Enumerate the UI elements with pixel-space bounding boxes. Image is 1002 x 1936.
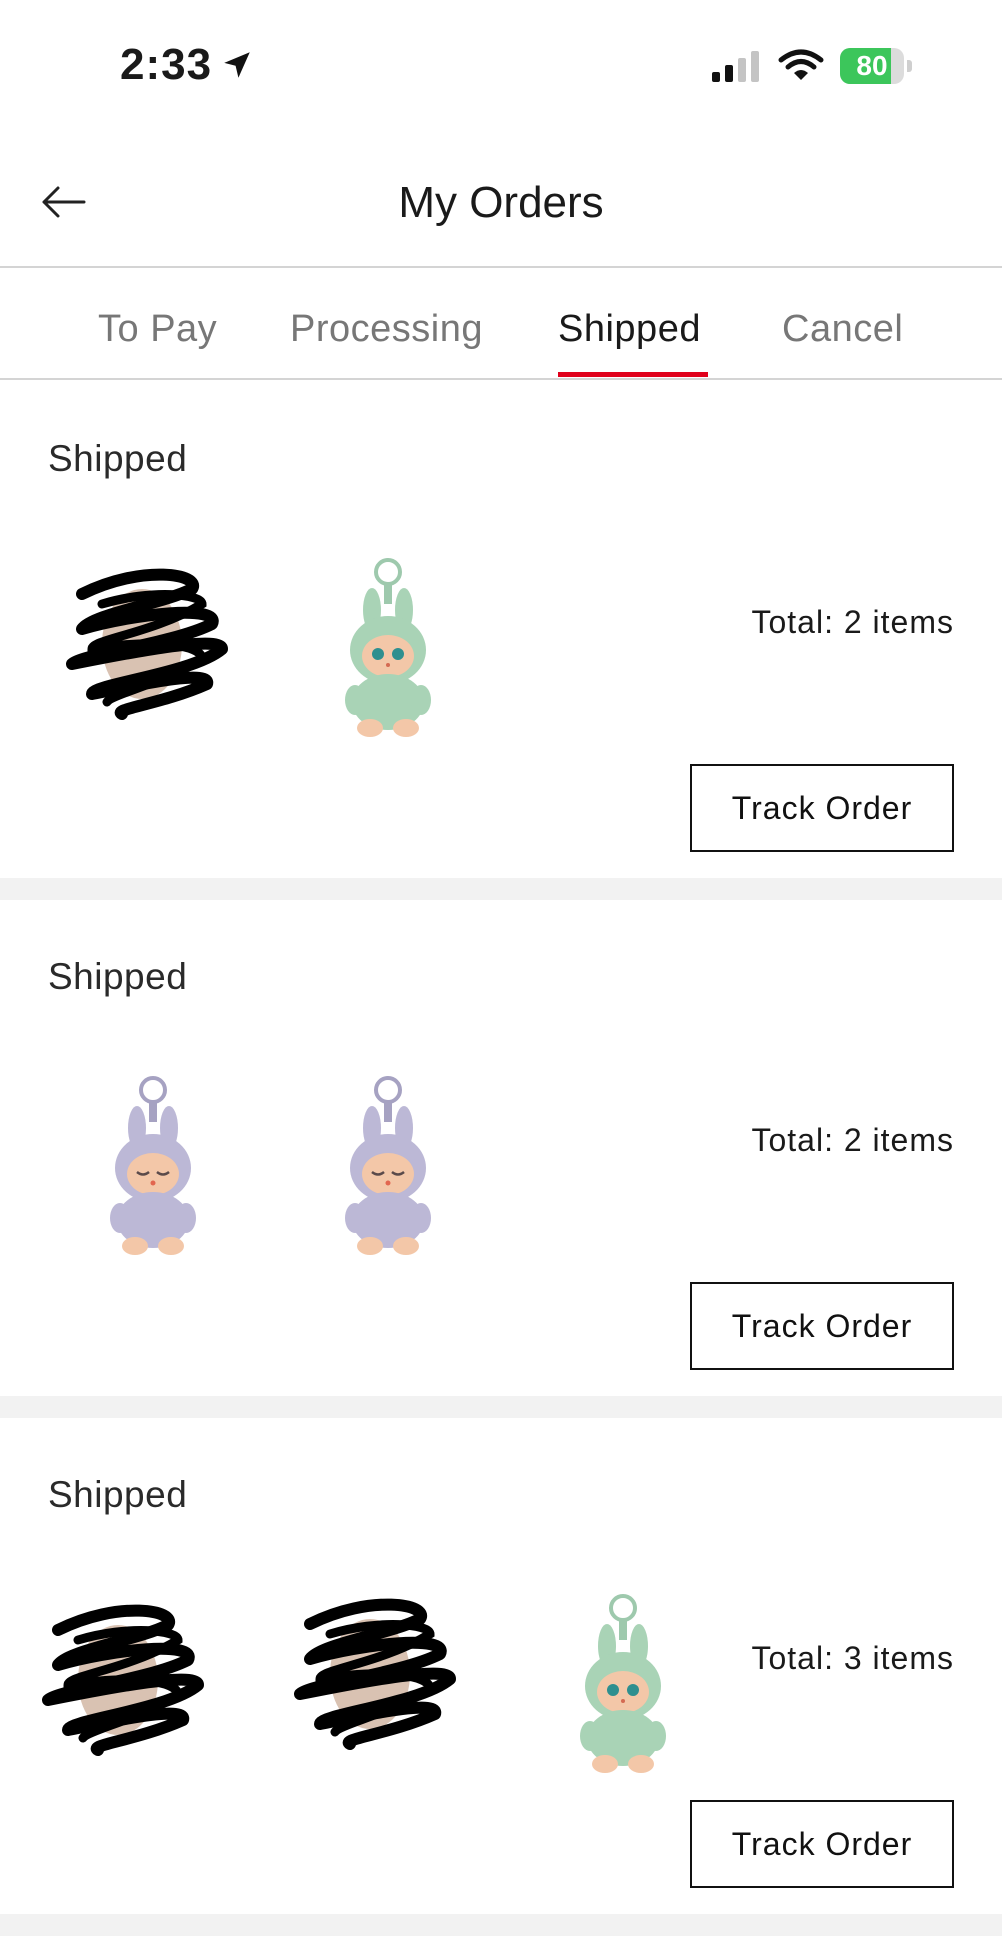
order-card[interactable]: Shipped Total: 2 items Track Order — [0, 900, 1002, 1396]
tab-shipped[interactable]: Shipped — [558, 308, 701, 351]
active-tab-indicator — [558, 372, 708, 377]
order-status: Shipped — [48, 1474, 188, 1515]
order-total: Total: 2 items — [751, 1122, 954, 1158]
order-separator — [0, 1914, 1002, 1936]
cellular-signal-icon — [712, 51, 759, 82]
status-time: 2:33 — [120, 40, 213, 89]
tab-cancel[interactable]: Cancel — [782, 308, 903, 351]
product-image-redacted[interactable] — [52, 534, 232, 724]
app-header: My Orders — [0, 140, 1002, 268]
order-status: Shipped — [48, 438, 188, 479]
product-image-redacted[interactable] — [28, 1570, 208, 1760]
battery-charging-icon: 80 — [840, 48, 914, 84]
tab-to-pay[interactable]: To Pay — [98, 308, 217, 351]
order-separator — [0, 878, 1002, 900]
order-status-tabs: To Pay Processing Shipped Cancel — [0, 268, 1002, 380]
product-image-redacted[interactable] — [280, 1564, 460, 1754]
track-order-button[interactable]: Track Order — [690, 1800, 954, 1888]
order-total: Total: 2 items — [751, 604, 954, 640]
track-order-button[interactable]: Track Order — [690, 764, 954, 852]
tab-processing[interactable]: Processing — [290, 308, 483, 351]
product-image-lavender-plush[interactable] — [298, 1070, 478, 1260]
order-status: Shipped — [48, 956, 188, 997]
location-arrow-icon — [224, 52, 250, 78]
order-total: Total: 3 items — [751, 1640, 954, 1676]
battery-percentage: 80 — [856, 50, 888, 81]
product-image-green-plush[interactable] — [533, 1588, 713, 1778]
page-title: My Orders — [398, 178, 604, 227]
wifi-icon — [778, 49, 824, 80]
product-image-green-plush[interactable] — [298, 552, 478, 742]
order-card[interactable]: Shipped Total: 2 items Track Order — [0, 382, 1002, 878]
track-order-button[interactable]: Track Order — [690, 1282, 954, 1370]
status-bar: 2:33 80 — [0, 0, 1002, 130]
order-card[interactable]: Shipped Total: 3 items Track Order — [0, 1418, 1002, 1914]
order-separator — [0, 1396, 1002, 1418]
product-image-lavender-plush[interactable] — [63, 1070, 243, 1260]
